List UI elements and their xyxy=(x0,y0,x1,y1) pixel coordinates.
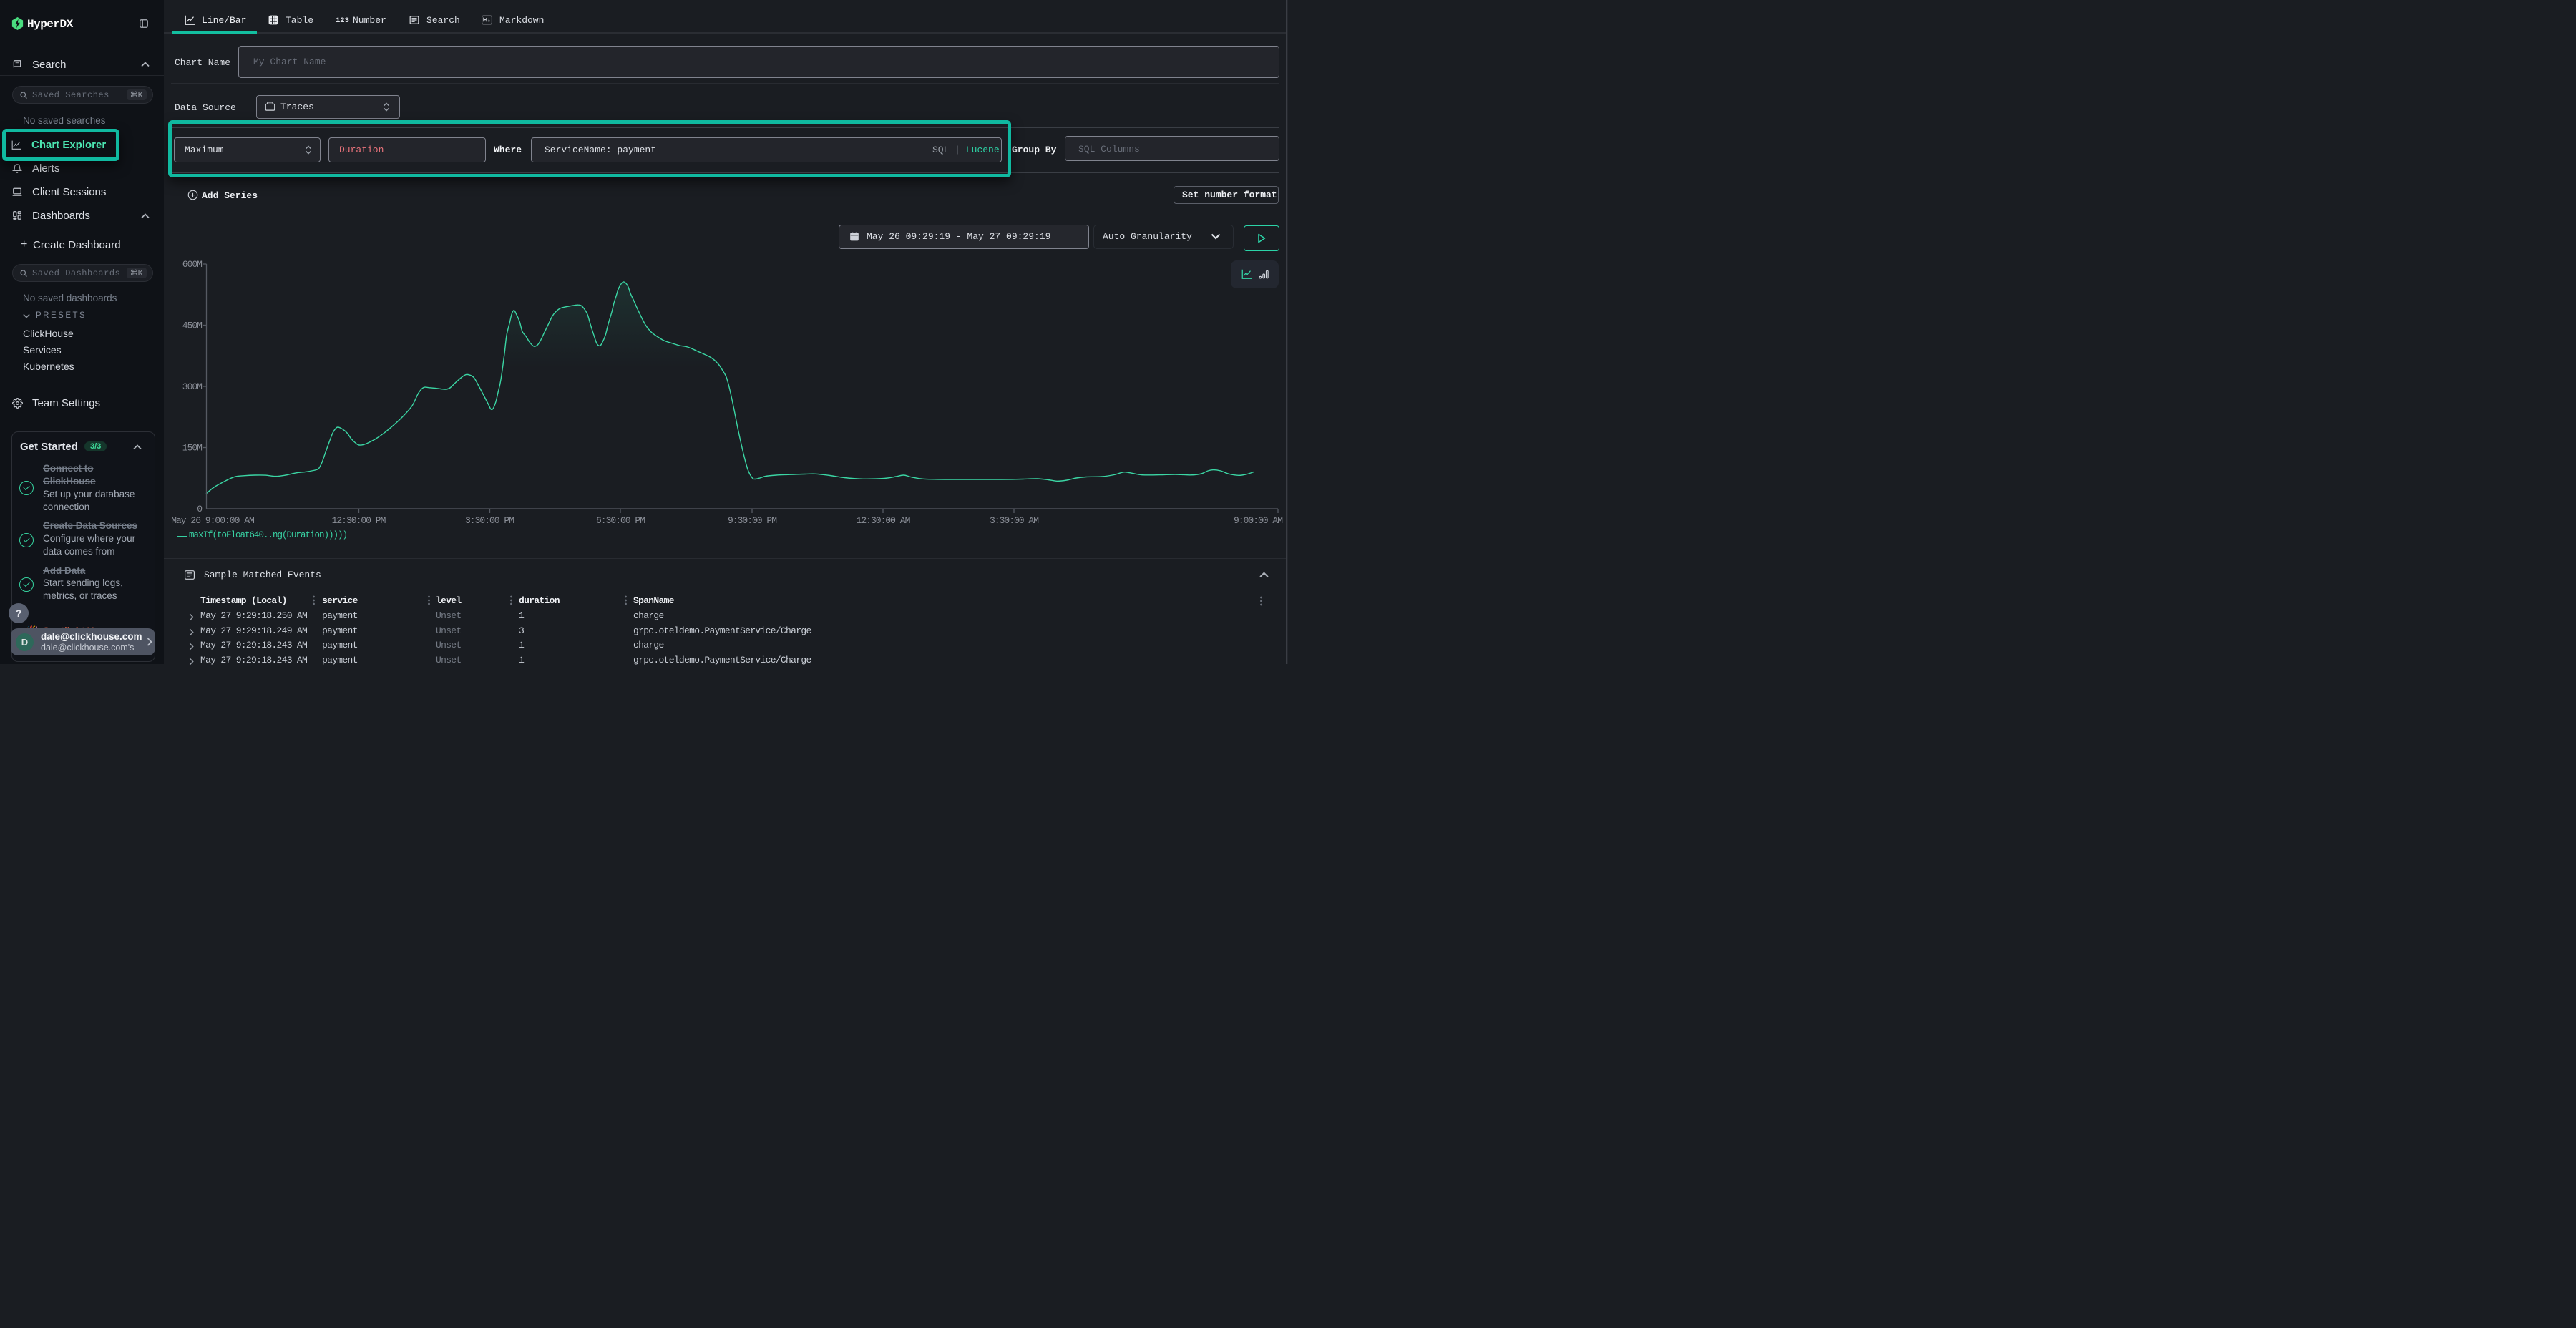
svg-text:3:30:00 PM: 3:30:00 PM xyxy=(465,515,514,526)
svg-text:300M: 300M xyxy=(182,381,202,392)
svg-text:6:30:00 PM: 6:30:00 PM xyxy=(596,515,645,526)
svg-text:9:00:00 AM: 9:00:00 AM xyxy=(1234,515,1282,526)
svg-text:May 26 9:00:00 AM: May 26 9:00:00 AM xyxy=(171,515,254,526)
svg-text:0: 0 xyxy=(197,504,202,514)
svg-text:150M: 150M xyxy=(182,443,202,454)
svg-text:450M: 450M xyxy=(182,321,202,331)
svg-text:12:30:00 AM: 12:30:00 AM xyxy=(857,515,910,526)
svg-text:9:30:00 PM: 9:30:00 PM xyxy=(728,515,776,526)
svg-text:12:30:00 PM: 12:30:00 PM xyxy=(332,515,386,526)
svg-text:3:30:00 AM: 3:30:00 AM xyxy=(990,515,1038,526)
svg-text:600M: 600M xyxy=(182,259,202,270)
